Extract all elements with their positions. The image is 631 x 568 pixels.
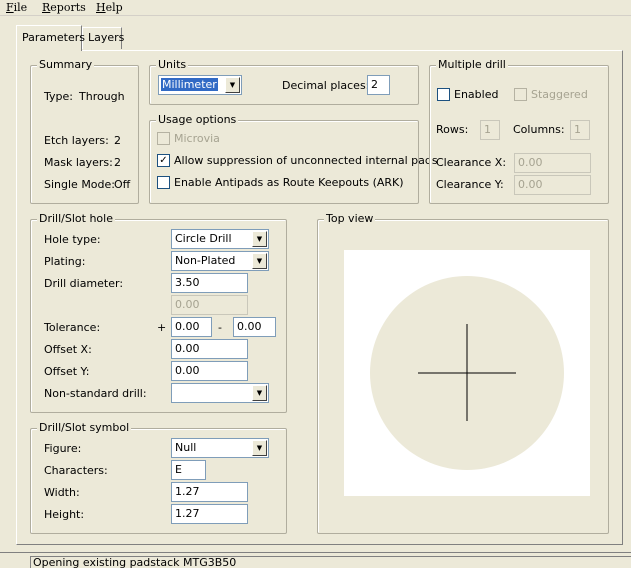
width-label: Width: [44, 486, 80, 499]
usage-options-group: Usage options Microvia ✓ Allow suppressi… [149, 113, 438, 204]
columns-input[interactable]: 1 [570, 120, 590, 140]
drill-diameter-secondary-input[interactable]: 0.00 [171, 295, 248, 315]
tab-layers[interactable]: Layers [82, 27, 124, 49]
top-view-canvas [344, 250, 590, 496]
summary-title: Summary [37, 58, 95, 71]
plating-select[interactable]: Non-Plated ▼ [171, 251, 269, 271]
antipads-checkbox[interactable] [157, 176, 170, 189]
type-label: Type: [44, 90, 73, 103]
non-standard-drill-label: Non-standard drill: [44, 387, 147, 400]
chevron-down-icon[interactable]: ▼ [252, 231, 267, 247]
figure-select[interactable]: Null ▼ [171, 438, 269, 458]
clearance-x-label: Clearance X: [436, 156, 507, 169]
offset-y-label: Offset Y: [44, 365, 90, 378]
menu-bar: File Reports Help [0, 0, 631, 16]
figure-value: Null [175, 441, 197, 454]
tolerance-minus-sign: - [218, 321, 222, 334]
etch-layers-value: 2 [114, 134, 121, 147]
etch-layers-label: Etch layers: [44, 134, 109, 147]
checkmark-icon: ✓ [159, 155, 168, 166]
chevron-down-icon[interactable]: ▼ [252, 253, 267, 269]
clearance-y-input[interactable]: 0.00 [514, 175, 591, 195]
mask-layers-value: 2 [114, 156, 121, 169]
height-input[interactable]: 1.27 [171, 504, 248, 524]
drill-diameter-input[interactable]: 3.50 [171, 273, 248, 293]
allow-suppression-label: Allow suppression of unconnected interna… [174, 154, 438, 167]
microvia-label: Microvia [174, 132, 220, 145]
rows-label: Rows: [436, 123, 469, 136]
plating-value: Non-Plated [175, 254, 236, 267]
non-standard-drill-select[interactable]: ▼ [171, 383, 269, 403]
clearance-x-input[interactable]: 0.00 [514, 153, 591, 173]
menu-file[interactable]: File [6, 1, 27, 14]
staggered-checkbox[interactable] [514, 88, 527, 101]
drill-diameter-label: Drill diameter: [44, 277, 124, 290]
multiple-drill-title: Multiple drill [436, 58, 508, 71]
decimal-places-input[interactable]: 2 [367, 75, 390, 95]
units-title: Units [156, 58, 189, 71]
microvia-checkbox[interactable] [157, 132, 170, 145]
allow-suppression-checkbox[interactable]: ✓ [157, 154, 170, 167]
characters-label: Characters: [44, 464, 108, 477]
single-mode-value: Off [114, 178, 131, 191]
single-mode-label: Single Mode: [44, 178, 115, 191]
decimal-places-label: Decimal places: [282, 79, 370, 92]
usage-options-title: Usage options [156, 113, 239, 126]
enabled-label: Enabled [454, 88, 499, 101]
tolerance-plus-input[interactable]: 0.00 [171, 317, 212, 337]
characters-input[interactable]: E [171, 460, 206, 480]
units-select[interactable]: Millimeter ▼ [158, 75, 242, 95]
units-group: Units Millimeter ▼ Decimal places: 2 [149, 58, 419, 105]
top-view-title: Top view [324, 212, 376, 225]
drill-slot-hole-title: Drill/Slot hole [37, 212, 115, 225]
offset-y-input[interactable]: 0.00 [171, 361, 248, 381]
menu-help[interactable]: Help [96, 1, 123, 14]
height-label: Height: [44, 508, 85, 521]
antipads-label: Enable Antipads as Route Keepouts (ARK) [174, 176, 404, 189]
figure-label: Figure: [44, 442, 82, 455]
staggered-label: Staggered [531, 88, 588, 101]
plating-label: Plating: [44, 255, 86, 268]
tolerance-label: Tolerance: [44, 321, 101, 334]
mask-layers-label: Mask layers: [44, 156, 113, 169]
type-value: Through [79, 90, 125, 103]
tolerance-minus-input[interactable]: 0.00 [233, 317, 276, 337]
tolerance-plus-sign: + [157, 321, 167, 334]
drill-slot-symbol-title: Drill/Slot symbol [37, 421, 132, 434]
hole-type-label: Hole type: [44, 233, 101, 246]
offset-x-label: Offset X: [44, 343, 92, 356]
chevron-down-icon[interactable]: ▼ [252, 385, 267, 401]
summary-group: Summary Type: Through Etch layers: 2 Mas… [30, 58, 139, 204]
multiple-drill-group: Multiple drill Enabled Staggered Rows: 1… [429, 58, 609, 204]
rows-input[interactable]: 1 [480, 120, 500, 140]
menu-reports[interactable]: Reports [42, 1, 86, 14]
drill-slot-symbol-group: Drill/Slot symbol Figure: Null ▼ Charact… [30, 421, 287, 534]
chevron-down-icon[interactable]: ▼ [225, 77, 240, 93]
columns-label: Columns: [513, 123, 565, 136]
enabled-checkbox[interactable] [437, 88, 450, 101]
clearance-y-label: Clearance Y: [436, 178, 504, 191]
chevron-down-icon[interactable]: ▼ [252, 440, 267, 456]
width-input[interactable]: 1.27 [171, 482, 248, 502]
tab-parameters[interactable]: Parameters [16, 25, 85, 51]
hole-type-select[interactable]: Circle Drill ▼ [171, 229, 269, 249]
offset-x-input[interactable]: 0.00 [171, 339, 248, 359]
drill-slot-hole-group: Drill/Slot hole Hole type: Circle Drill … [30, 212, 287, 413]
status-bar: Opening existing padstack MTG3B50 [0, 552, 631, 568]
units-selected-value: Millimeter [160, 77, 219, 92]
status-text: Opening existing padstack MTG3B50 [30, 556, 631, 568]
hole-type-value: Circle Drill [175, 232, 232, 245]
